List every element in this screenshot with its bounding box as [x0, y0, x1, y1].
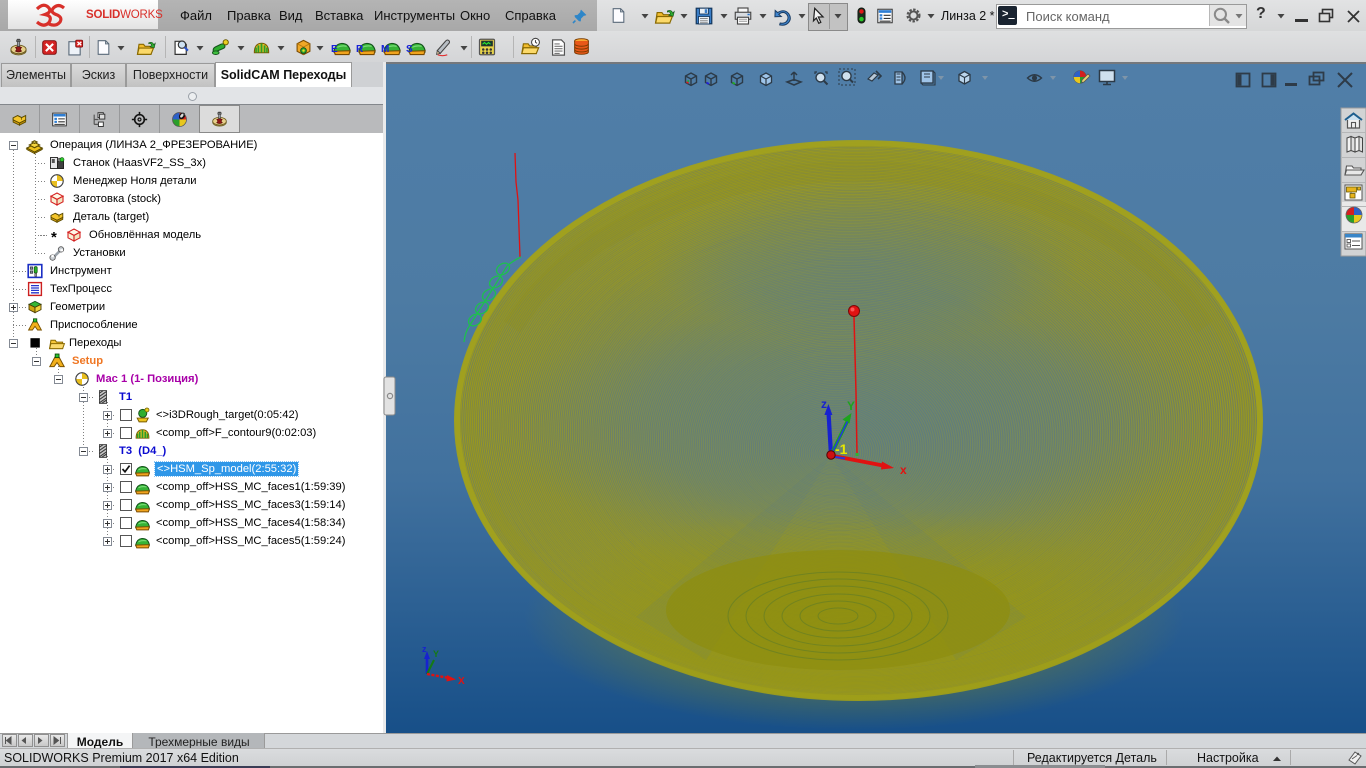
- svg-text:-1: -1: [835, 441, 848, 457]
- svg-text:X: X: [458, 676, 465, 687]
- svg-text:Y: Y: [847, 399, 855, 413]
- svg-text:z: z: [422, 644, 427, 654]
- svg-text:x: x: [900, 463, 907, 477]
- svg-text:Y: Y: [433, 649, 439, 659]
- svg-text:z: z: [821, 397, 827, 411]
